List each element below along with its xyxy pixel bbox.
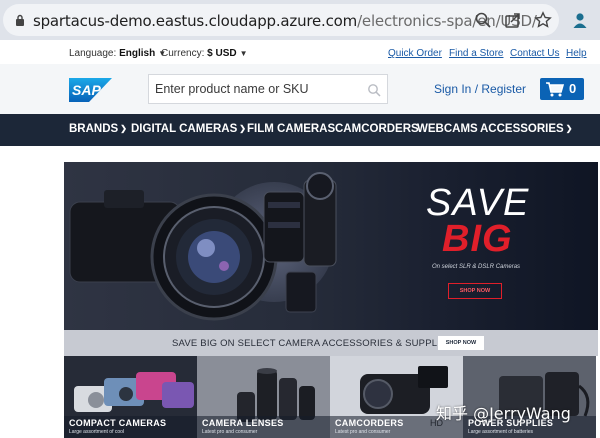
nav-item-label: DIGITAL CAMERAS: [131, 123, 238, 135]
search-input[interactable]: [155, 79, 355, 99]
tile-title: CAMCORDERS: [335, 418, 404, 428]
nav-item-brands[interactable]: BRANDS ❯: [69, 123, 127, 135]
hero-subtitle: On select SLR & DSLR Cameras: [432, 264, 521, 270]
bookmark-star-icon[interactable]: [534, 11, 552, 29]
hero-shop-now-button[interactable]: SHOP NOW: [448, 283, 502, 299]
tile-caption: CAMERA LENSES Latest pro and consumer: [197, 416, 330, 438]
tile-subtitle: Large assortment of cool: [69, 429, 125, 435]
chevron-down-icon: ❯: [565, 124, 573, 133]
watermark-text: 知乎 @JerryWang: [436, 404, 571, 423]
nav-item-accessories[interactable]: ACCESSORIES ❯: [480, 123, 572, 135]
nav-item-film-cameras[interactable]: FILM CAMERAS: [247, 123, 335, 135]
zoom-icon[interactable]: [474, 11, 492, 29]
language-label: Language:: [69, 48, 117, 59]
category-tiles: COMPACT CAMERAS Large assortment of cool…: [64, 356, 598, 438]
nav-item-camcorders[interactable]: CAMCORDERS: [335, 123, 419, 135]
sign-in-link[interactable]: Sign In / Register: [434, 82, 526, 96]
quick-order-link[interactable]: Quick Order: [388, 48, 442, 59]
tile-title: CAMERA LENSES: [202, 418, 284, 428]
tile-subtitle: Latest pro and consumer: [335, 429, 391, 435]
currency-label: Currency:: [161, 48, 205, 59]
cart-count: 0: [569, 81, 577, 96]
utility-bar: Language: English ▼ Currency: $ USD ▼ Quic…: [0, 42, 600, 64]
promo-text: SAVE BIG ON SELECT CAMERA ACCESSORIES & …: [172, 338, 454, 349]
category-nav: BRANDS ❯ DIGITAL CAMERAS ❯ FILM CAMERAS CA…: [0, 114, 600, 146]
search-box[interactable]: [148, 74, 388, 104]
camera-lens-illustration: [69, 172, 337, 321]
tile-subtitle: Large assortment of batteries: [468, 429, 534, 435]
chevron-down-icon: ❯: [239, 124, 246, 133]
profile-icon[interactable]: [572, 11, 588, 29]
currency-value: $ USD: [207, 48, 237, 59]
tile-caption: COMPACT CAMERAS Large assortment of cool: [64, 416, 197, 438]
currency-selector[interactable]: Currency: $ USD ▼: [161, 48, 248, 59]
nav-item-label: BRANDS: [69, 123, 119, 135]
chevron-down-icon: ❯: [120, 124, 127, 133]
chevron-down-icon: ▼: [239, 49, 248, 58]
browser-toolbar: spartacus-demo.eastus.cloudapp.azure.com…: [0, 0, 600, 40]
url-text[interactable]: spartacus-demo.eastus.cloudapp.azure.com…: [33, 12, 537, 30]
tile-compact-cameras[interactable]: COMPACT CAMERAS Large assortment of cool: [64, 356, 197, 438]
language-selector[interactable]: Language: English ▼: [69, 48, 166, 59]
help-link[interactable]: Help: [566, 48, 587, 59]
nav-item-digital-cameras[interactable]: DIGITAL CAMERAS ❯: [131, 123, 246, 135]
svg-text:SAP: SAP: [72, 82, 101, 98]
hero-headline-big: BIG: [442, 218, 513, 260]
tile-subtitle: Latest pro and consumer: [202, 429, 258, 435]
url-host: spartacus-demo.eastus.cloudapp.azure.com: [33, 12, 358, 30]
cart-button[interactable]: 0: [540, 78, 584, 100]
cart-icon: [546, 82, 565, 97]
tile-camcorders[interactable]: HD CAMCORDERS Latest pro and consumer: [330, 356, 463, 438]
tile-camera-lenses[interactable]: CAMERA LENSES Latest pro and consumer: [197, 356, 330, 438]
nav-item-label: WEBCAMS: [417, 123, 478, 135]
tile-title: COMPACT CAMERAS: [69, 418, 167, 428]
promo-strip: SAVE BIG ON SELECT CAMERA ACCESSORIES & …: [64, 330, 598, 356]
contact-us-link[interactable]: Contact Us: [510, 48, 559, 59]
share-icon[interactable]: [504, 11, 522, 29]
search-icon[interactable]: [367, 83, 381, 97]
nav-item-label: CAMCORDERS: [335, 123, 419, 135]
promo-shop-now-button[interactable]: SHOP NOW: [438, 336, 484, 350]
tile-power-supplies[interactable]: POWER SUPPLIES Large assortment of batte…: [463, 356, 596, 438]
nav-item-webcams[interactable]: WEBCAMS: [417, 123, 478, 135]
nav-item-label: FILM CAMERAS: [247, 123, 336, 135]
sap-logo[interactable]: SAP: [69, 78, 112, 102]
language-value: English: [119, 48, 156, 59]
hero-banner[interactable]: SAVE BIG On select SLR & DSLR Cameras SH…: [64, 162, 598, 330]
find-store-link[interactable]: Find a Store: [449, 48, 503, 59]
nav-item-label: ACCESSORIES: [480, 123, 564, 135]
lock-icon[interactable]: [15, 14, 25, 26]
